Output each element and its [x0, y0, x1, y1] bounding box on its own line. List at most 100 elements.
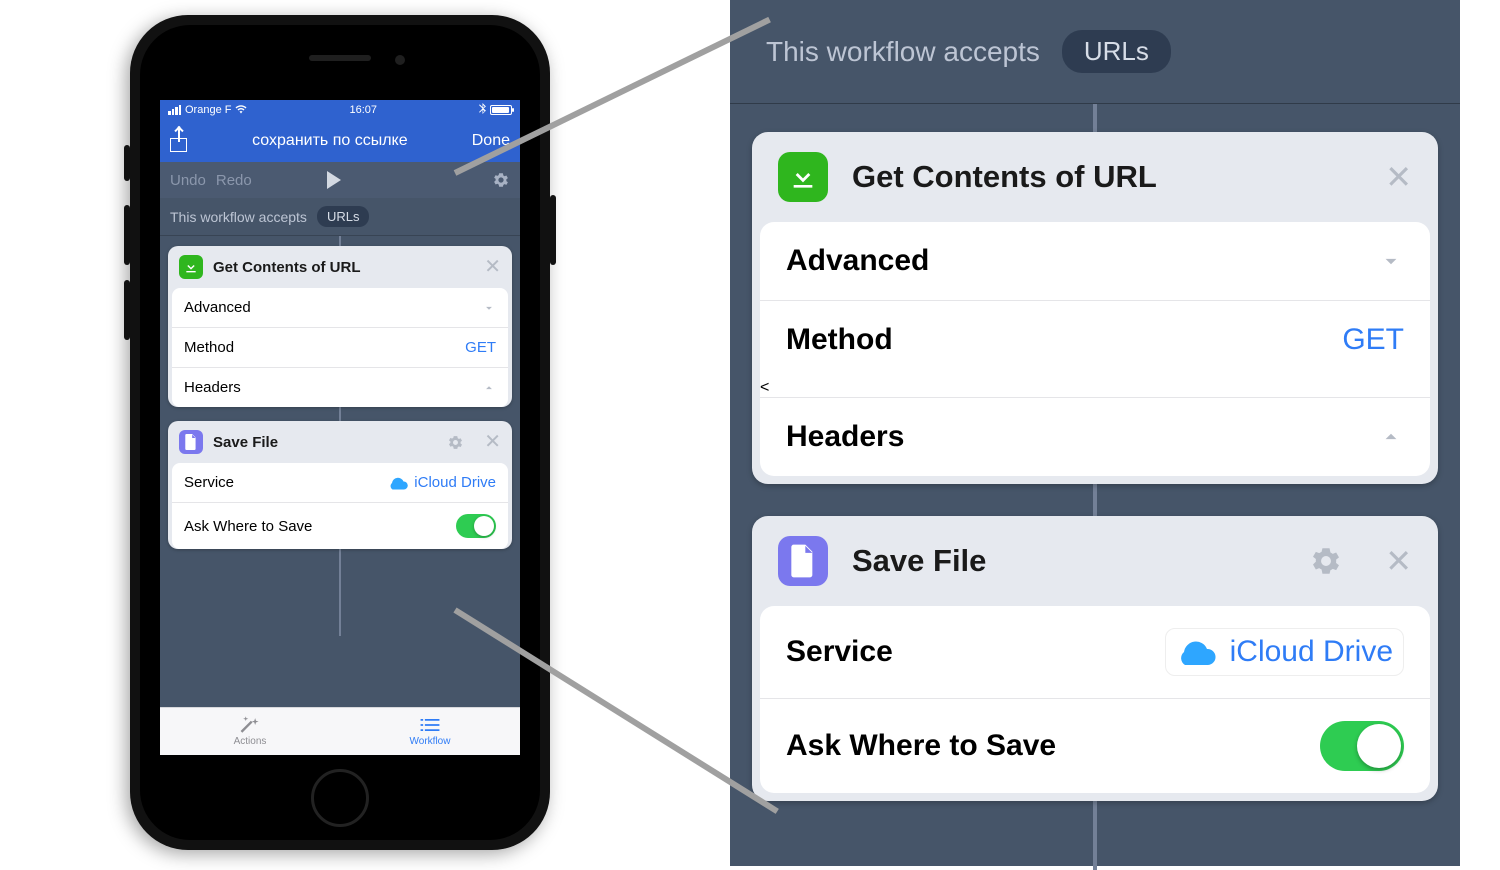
- wifi-icon: [235, 104, 247, 117]
- workflow-canvas[interactable]: Get Contents of URL ✕ Advanced Method GE…: [730, 104, 1460, 870]
- action-parameters: Service iCloud Drive Ask Where to Save: [760, 606, 1430, 793]
- ask-where-row: Ask Where to Save: [172, 502, 508, 549]
- ask-where-row: Ask Where to Save: [760, 698, 1430, 793]
- tab-label: Actions: [234, 736, 267, 747]
- document-icon: [778, 536, 828, 586]
- accepts-type-badge[interactable]: URLs: [1062, 30, 1171, 73]
- volume-down-button: [124, 280, 130, 340]
- workflow-title: сохранить по ссылке: [252, 132, 408, 150]
- undo-button[interactable]: Undo: [170, 172, 206, 189]
- front-camera: [395, 55, 405, 65]
- workflow-accepts-banner: This workflow accepts URLs: [160, 198, 520, 236]
- bottom-tab-bar: Actions Workflow: [160, 707, 520, 755]
- ask-where-label: Ask Where to Save: [184, 518, 312, 535]
- workflow-canvas[interactable]: Get Contents of URL ✕ Advanced Method GE…: [160, 236, 520, 755]
- headers-row[interactable]: Headers: [172, 367, 508, 407]
- download-arrow-icon: [179, 255, 203, 279]
- action-settings-gear-icon[interactable]: [1309, 544, 1343, 578]
- delete-action-icon[interactable]: ✕: [484, 257, 501, 277]
- headers-label: Headers: [184, 379, 241, 396]
- ask-where-label: Ask Where to Save: [786, 729, 1056, 763]
- volume-up-button: [124, 205, 130, 265]
- delete-action-icon[interactable]: ✕: [1385, 161, 1412, 193]
- screen: Orange F 16:07 сохранить по ссылке Do: [160, 100, 520, 755]
- service-row[interactable]: Service iCloud Drive: [172, 463, 508, 502]
- share-icon[interactable]: [170, 130, 188, 152]
- action-title: Get Contents of URL: [213, 259, 361, 276]
- action-header: Save File ✕: [752, 516, 1438, 606]
- bluetooth-icon: [479, 103, 486, 117]
- action-header: Get Contents of URL ✕: [168, 246, 512, 288]
- method-row[interactable]: Method GET: [760, 300, 1430, 379]
- magic-wand-icon: [238, 716, 262, 734]
- headers-row[interactable]: Headers: [760, 397, 1430, 476]
- document-icon: [179, 430, 203, 454]
- action-header: Save File ✕: [168, 421, 512, 463]
- action-settings-gear-icon[interactable]: [447, 434, 464, 451]
- settings-gear-icon[interactable]: [492, 171, 510, 189]
- navigation-bar: сохранить по ссылке Done: [160, 120, 520, 162]
- action-parameters: Advanced Method GET < Headers: [760, 222, 1430, 476]
- power-button: [550, 195, 556, 265]
- cellular-signal-icon: [168, 105, 181, 115]
- service-value: iCloud Drive: [388, 474, 496, 491]
- action-title: Save File: [852, 543, 986, 579]
- action-card-save-file[interactable]: Save File ✕ Service: [168, 421, 512, 549]
- redo-button[interactable]: Redo: [216, 172, 252, 189]
- advanced-row[interactable]: Advanced: [760, 222, 1430, 300]
- icloud-icon: [388, 476, 408, 490]
- method-value: GET: [1342, 323, 1404, 357]
- toggle-switch[interactable]: [1320, 721, 1404, 771]
- action-card-save-file[interactable]: Save File ✕ Service iCloud Drive: [752, 516, 1438, 801]
- advanced-row[interactable]: Advanced: [172, 288, 508, 327]
- workflow-accepts-label: This workflow accepts: [766, 36, 1040, 68]
- zoomed-detail-panel: This workflow accepts URLs Get Contents …: [730, 0, 1460, 866]
- service-value-text: iCloud Drive: [1230, 635, 1393, 669]
- mute-switch: [124, 145, 130, 181]
- service-value-text: iCloud Drive: [414, 474, 496, 491]
- action-header: Get Contents of URL ✕: [752, 132, 1438, 222]
- action-card-get-contents[interactable]: Get Contents of URL ✕ Advanced Method GE…: [168, 246, 512, 407]
- workflow-accepts-label: This workflow accepts: [170, 209, 307, 225]
- method-label: Method: [184, 339, 234, 356]
- action-parameters: Advanced Method GET Headers: [172, 288, 508, 407]
- action-card-get-contents[interactable]: Get Contents of URL ✕ Advanced Method GE…: [752, 132, 1438, 484]
- service-label: Service: [786, 635, 893, 669]
- chevron-up-icon: [482, 381, 496, 395]
- headers-label: Headers: [786, 420, 904, 454]
- carrier-label: Orange F: [185, 104, 231, 116]
- service-row[interactable]: Service iCloud Drive: [760, 606, 1430, 698]
- delete-action-icon[interactable]: ✕: [484, 432, 501, 452]
- chevron-down-icon: [482, 301, 496, 315]
- play-icon[interactable]: [327, 171, 341, 189]
- iphone-device-frame: Orange F 16:07 сохранить по ссылке Do: [130, 15, 550, 850]
- advanced-label: Advanced: [786, 244, 929, 278]
- workflow-accepts-banner: This workflow accepts URLs: [730, 0, 1460, 104]
- download-arrow-icon: [778, 152, 828, 202]
- accepts-type-badge[interactable]: URLs: [317, 206, 370, 227]
- home-button[interactable]: [311, 769, 369, 827]
- method-label: Method: [786, 323, 893, 357]
- method-value: GET: [465, 339, 496, 356]
- phone-bezel: Orange F 16:07 сохранить по ссылке Do: [140, 25, 540, 840]
- delete-action-icon[interactable]: ✕: [1385, 545, 1412, 577]
- status-right: [479, 103, 512, 117]
- toggle-switch[interactable]: [456, 514, 496, 538]
- action-title: Get Contents of URL: [852, 159, 1157, 195]
- action-parameters: Service iCloud Drive Ask Where to Save: [172, 463, 508, 549]
- chevron-down-icon: [1378, 248, 1404, 274]
- clock: 16:07: [349, 104, 377, 116]
- method-row[interactable]: Method GET: [172, 327, 508, 367]
- chevron-up-icon: [1378, 424, 1404, 450]
- tab-label: Workflow: [410, 736, 451, 747]
- tab-workflow[interactable]: Workflow: [340, 708, 520, 755]
- status-left: Orange F: [168, 104, 247, 117]
- status-bar: Orange F 16:07: [160, 100, 520, 120]
- icloud-icon: [1176, 638, 1216, 666]
- tab-actions[interactable]: Actions: [160, 708, 340, 755]
- battery-icon: [490, 105, 512, 115]
- service-value: iCloud Drive: [1165, 628, 1404, 676]
- action-title: Save File: [213, 434, 278, 451]
- advanced-label: Advanced: [184, 299, 251, 316]
- speaker-grille: [309, 55, 371, 61]
